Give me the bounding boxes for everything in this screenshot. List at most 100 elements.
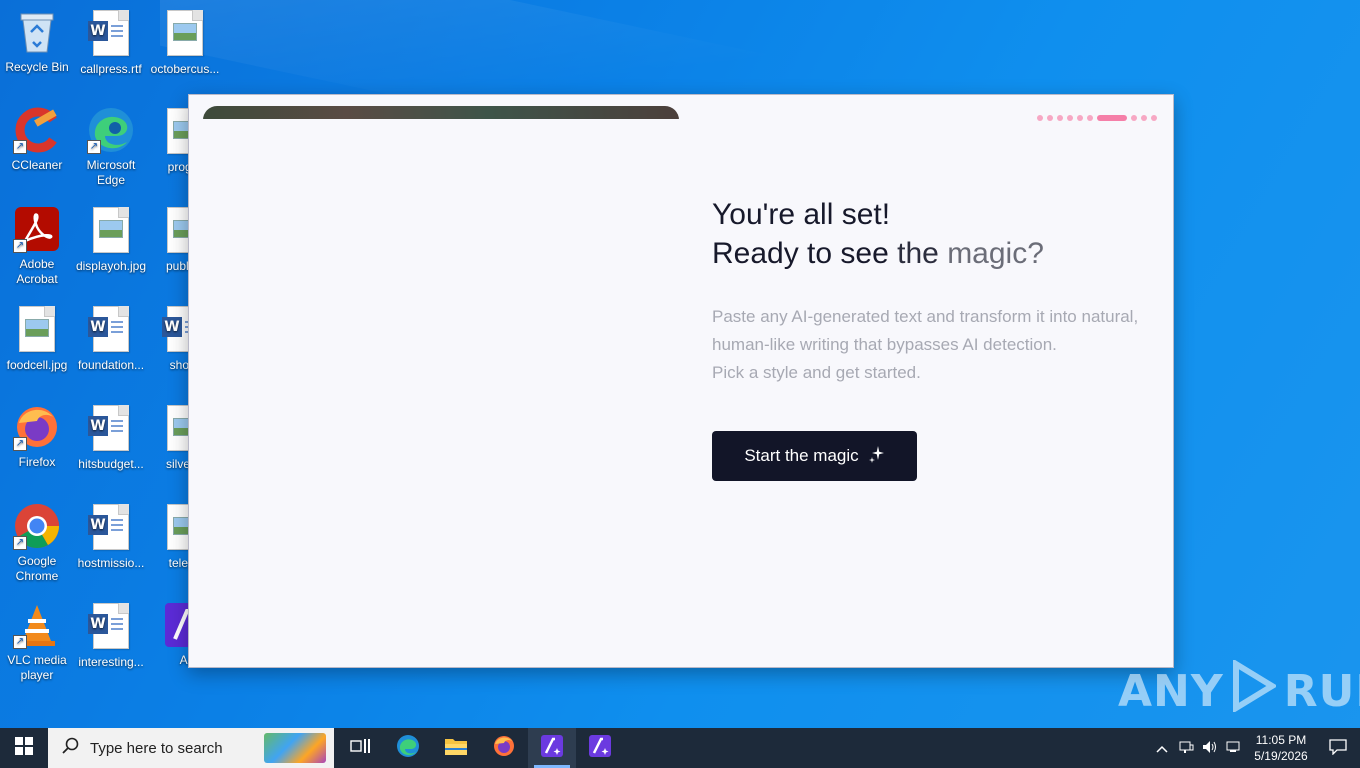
desktop-icon-callpress[interactable]: W callpress.rtf	[74, 8, 148, 77]
desktop-icon-label: octobercus...	[150, 62, 220, 76]
vlc-icon: ↗	[13, 601, 61, 649]
desktop-icon-recycle-bin[interactable]: Recycle Bin	[0, 8, 74, 75]
ai-app-icon	[540, 734, 564, 763]
onboarding-description: Paste any AI-generated text and transfor…	[712, 303, 1142, 387]
taskbar-edge[interactable]	[384, 728, 432, 768]
desktop-icon-displayoh[interactable]: displayoh.jpg	[74, 205, 148, 274]
image-file-icon	[13, 306, 61, 354]
firefox-icon: ↗	[13, 403, 61, 451]
edge-icon: ↗	[87, 106, 135, 154]
image-file-icon	[87, 207, 135, 255]
word-document-icon: W	[87, 504, 135, 552]
pager-dot	[1077, 115, 1083, 121]
word-document-icon: W	[87, 603, 135, 651]
pager-dot	[1057, 115, 1063, 121]
clock[interactable]: 11:05 PM 5/19/2026	[1246, 732, 1316, 764]
task-view-button[interactable]	[336, 728, 384, 768]
sparkle-icon	[868, 445, 885, 468]
onboarding-heading: You're all set! Ready to see the magic?	[712, 195, 1044, 273]
image-file-icon	[161, 10, 209, 58]
desktop-icon-label: Adobe Acrobat	[16, 257, 58, 286]
file-explorer-icon	[444, 736, 468, 761]
shortcut-arrow-icon: ↗	[13, 239, 27, 253]
desktop-icon-ccleaner[interactable]: ↗ CCleaner	[0, 106, 74, 173]
chevron-up-icon[interactable]	[1150, 741, 1174, 756]
search-icon	[62, 737, 80, 759]
word-document-icon: W	[87, 405, 135, 453]
pager-dot	[1037, 115, 1043, 121]
desktop-icon-label: hostmissio...	[77, 556, 145, 570]
taskbar: Type here to search 11:05 PM 5/19/2026	[0, 728, 1360, 768]
desktop-icon-label: Microsoft Edge	[86, 158, 136, 187]
word-document-icon: W	[87, 306, 135, 354]
shortcut-arrow-icon: ↗	[13, 536, 27, 550]
desktop-icon-adobe-acrobat[interactable]: ↗ Adobe Acrobat	[0, 205, 74, 287]
hero-image-cover	[189, 119, 1173, 129]
heading-line-1: You're all set!	[712, 198, 891, 231]
start-magic-button[interactable]: Start the magic	[712, 431, 917, 481]
taskbar-ai-app[interactable]	[576, 728, 624, 768]
pager-dot-active	[1097, 115, 1127, 121]
desktop-icon-google-chrome[interactable]: ↗ Google Chrome	[0, 502, 74, 584]
desktop-icon-label: callpress.rtf	[80, 62, 142, 76]
desktop-icon-foodcell[interactable]: foodcell.jpg	[0, 304, 74, 373]
taskbar-file-explorer[interactable]	[432, 728, 480, 768]
acrobat-icon: ↗	[13, 205, 61, 253]
desktop-icon-foundation[interactable]: W foundation...	[74, 304, 148, 373]
onboarding-pager	[1037, 115, 1157, 121]
ccleaner-icon: ↗	[13, 106, 61, 154]
search-placeholder: Type here to search	[90, 739, 223, 757]
start-magic-button-label: Start the magic	[744, 446, 859, 465]
shortcut-arrow-icon: ↗	[13, 437, 27, 451]
pager-dot	[1131, 115, 1137, 121]
shortcut-arrow-icon: ↗	[13, 635, 27, 649]
desktop-icon-label: Google Chrome	[15, 554, 59, 583]
ai-app-icon	[588, 734, 612, 763]
notification-icon[interactable]	[1316, 738, 1360, 758]
watermark-text-left: ANY	[1118, 666, 1224, 717]
desktop-icon-label: CCleaner	[11, 158, 63, 172]
chrome-icon: ↗	[13, 502, 61, 550]
onboarding-window: You're all set! Ready to see the magic? …	[188, 94, 1174, 668]
play-logo-icon	[1232, 658, 1278, 723]
pager-dot	[1047, 115, 1053, 121]
desktop-icon-microsoft-edge[interactable]: ↗ Microsoft Edge	[74, 106, 148, 188]
taskbar-ai-app-active[interactable]	[528, 728, 576, 768]
taskbar-firefox[interactable]	[480, 728, 528, 768]
desktop-icon-label: displayoh.jpg	[75, 259, 147, 273]
clock-time: 11:05 PM	[1255, 733, 1307, 747]
task-view-icon	[350, 738, 370, 759]
heading-line-2-part-a: Ready to see	[712, 237, 889, 270]
taskbar-search-box[interactable]: Type here to search	[48, 728, 334, 768]
heading-line-2-part-b: the	[897, 237, 939, 270]
system-tray: 11:05 PM 5/19/2026	[1150, 728, 1360, 768]
windows-logo-icon	[15, 736, 33, 760]
pager-dot	[1067, 115, 1073, 121]
pager-dot	[1151, 115, 1157, 121]
volume-icon[interactable]	[1198, 740, 1222, 757]
network-icon[interactable]	[1174, 740, 1198, 757]
start-button[interactable]	[0, 728, 48, 768]
word-document-icon: W	[87, 10, 135, 58]
edge-icon	[396, 734, 420, 763]
shortcut-arrow-icon: ↗	[87, 140, 101, 154]
desktop-icon-interesting[interactable]: W interesting...	[74, 601, 148, 670]
ethernet-icon[interactable]	[1222, 740, 1246, 757]
desktop-icon-vlc[interactable]: ↗ VLC media player	[0, 601, 74, 683]
recycle-bin-icon	[13, 8, 61, 56]
desktop-icon-hitsbudget[interactable]: W hitsbudget...	[74, 403, 148, 472]
desktop-icon-label: foundation...	[77, 358, 145, 372]
clock-date: 5/19/2026	[1254, 749, 1308, 763]
pager-dot	[1087, 115, 1093, 121]
desktop-icon-hostmission[interactable]: W hostmissio...	[74, 502, 148, 571]
desktop-icon-label: Firefox	[18, 455, 56, 469]
heading-line-2-part-c: magic?	[947, 237, 1044, 270]
desktop-icon-firefox[interactable]: ↗ Firefox	[0, 403, 74, 470]
watermark-text-right: RUN	[1283, 666, 1360, 717]
desktop-icon-octobercus[interactable]: octobercus...	[148, 8, 222, 77]
desktop-icon-label: Recycle Bin	[5, 60, 69, 74]
firefox-icon	[492, 734, 516, 763]
desktop-icon-label: VLC media player	[7, 653, 67, 682]
pager-dot	[1141, 115, 1147, 121]
desktop-icon-label: foodcell.jpg	[6, 358, 68, 372]
